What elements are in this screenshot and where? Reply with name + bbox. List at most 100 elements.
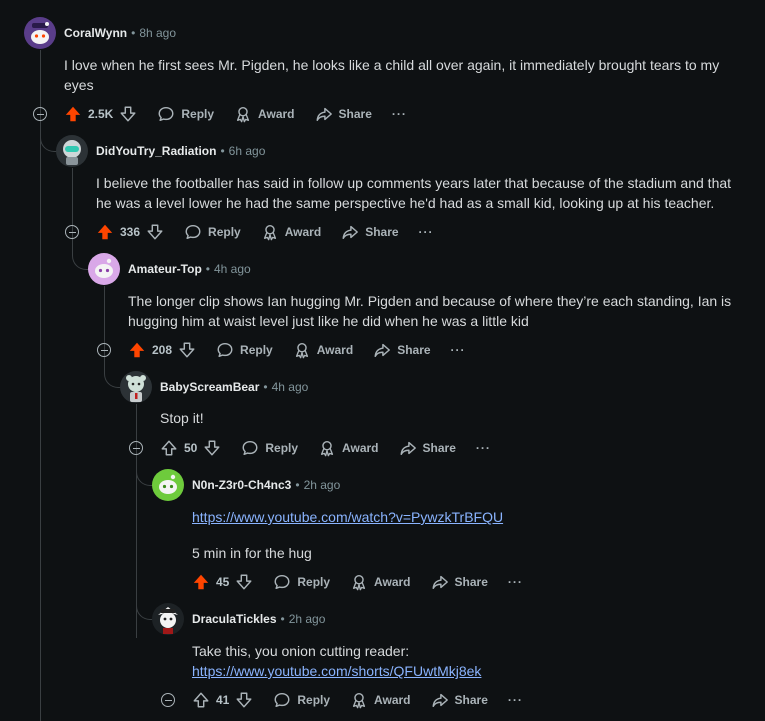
downvote-icon[interactable] <box>119 105 137 123</box>
timestamp[interactable]: 6h ago <box>229 144 266 158</box>
reply-label: Reply <box>240 343 273 357</box>
downvote-icon[interactable] <box>203 439 221 457</box>
timestamp[interactable]: 4h ago <box>214 262 251 276</box>
award-button[interactable]: Award <box>350 691 411 709</box>
timestamp[interactable]: 4h ago <box>272 380 309 394</box>
avatar[interactable] <box>56 135 88 167</box>
vote-score: 45 <box>216 575 230 589</box>
award-label: Award <box>258 107 295 121</box>
reply-button[interactable]: Reply <box>273 691 330 709</box>
more-options-button[interactable]: ··· <box>508 575 523 589</box>
award-button[interactable]: Award <box>318 439 379 457</box>
downvote-icon[interactable] <box>146 223 164 241</box>
youtube-link[interactable]: https://www.youtube.com/watch?v=PywzkTrB… <box>192 509 503 525</box>
downvote-icon[interactable] <box>178 341 196 359</box>
comment-body: Take this, you onion cutting reader: htt… <box>192 641 742 681</box>
author-name[interactable]: BabyScreamBear <box>160 380 259 394</box>
author-name[interactable]: DidYouTry_Radiation <box>96 144 216 158</box>
youtube-link[interactable]: https://www.youtube.com/shorts/QFUwtMkj8… <box>192 663 481 679</box>
comment-text: Take this, you onion cutting reader: <box>192 643 410 659</box>
comment-text: 5 min in for the hug <box>192 545 312 561</box>
share-button[interactable]: Share <box>315 105 372 123</box>
avatar[interactable] <box>152 469 184 501</box>
upvote-icon[interactable] <box>160 439 178 457</box>
award-button[interactable]: Award <box>234 105 295 123</box>
share-icon <box>373 341 391 359</box>
collapse-button[interactable] <box>97 343 111 357</box>
share-icon <box>399 439 417 457</box>
award-icon <box>318 439 336 457</box>
comment-actions: 336 Reply Award Share ··· <box>96 220 434 244</box>
vote-score: 41 <box>216 693 230 707</box>
separator-dot: • <box>220 144 225 158</box>
award-icon <box>234 105 252 123</box>
author-name[interactable]: Amateur-Top <box>128 262 202 276</box>
vote-score: 208 <box>152 343 173 357</box>
separator-dot: • <box>205 262 210 276</box>
separator-dot: • <box>295 478 300 492</box>
share-button[interactable]: Share <box>399 439 456 457</box>
comment-header: Amateur-Top • 4h ago <box>128 259 251 279</box>
award-label: Award <box>284 225 322 239</box>
more-options-button[interactable]: ··· <box>476 441 491 455</box>
reply-button[interactable]: Reply <box>216 341 273 359</box>
comment-header: BabyScreamBear • 4h ago <box>160 377 308 397</box>
author-name[interactable]: CoralWynn <box>64 26 127 40</box>
more-options-button[interactable]: ··· <box>392 107 407 121</box>
share-icon <box>341 223 359 241</box>
avatar[interactable] <box>24 17 56 49</box>
award-button[interactable]: Award <box>261 223 321 241</box>
avatar[interactable] <box>88 253 120 285</box>
downvote-icon[interactable] <box>235 573 253 591</box>
award-icon <box>293 341 311 359</box>
timestamp[interactable]: 2h ago <box>304 478 341 492</box>
author-name[interactable]: DraculaTickles <box>192 612 277 626</box>
timestamp[interactable]: 8h ago <box>139 26 176 40</box>
comment-header: DidYouTry_Radiation • 6h ago <box>96 141 265 161</box>
award-button[interactable]: Award <box>350 573 411 591</box>
avatar[interactable] <box>152 603 184 635</box>
vote-score: 2.5K <box>88 107 114 121</box>
more-options-button[interactable]: ··· <box>451 343 466 357</box>
award-button[interactable]: Award <box>293 341 353 359</box>
more-options-button[interactable]: ··· <box>508 693 523 707</box>
upvote-icon[interactable] <box>128 341 146 359</box>
reply-button[interactable]: Reply <box>184 223 241 241</box>
collapse-button[interactable] <box>65 225 79 239</box>
downvote-icon[interactable] <box>235 691 253 709</box>
reply-button[interactable]: Reply <box>157 105 214 123</box>
thread-line-level-1[interactable] <box>40 50 41 721</box>
more-options-button[interactable]: ··· <box>419 225 434 239</box>
reply-icon <box>216 341 234 359</box>
share-button[interactable]: Share <box>431 573 488 591</box>
reply-label: Reply <box>297 575 331 589</box>
share-label: Share <box>454 575 488 589</box>
timestamp[interactable]: 2h ago <box>289 612 326 626</box>
comment-actions: 45 Reply Award Share ··· <box>192 570 523 594</box>
author-name[interactable]: N0n-Z3r0-Ch4nc3 <box>192 478 291 492</box>
upvote-icon[interactable] <box>192 573 210 591</box>
share-icon <box>315 105 333 123</box>
avatar[interactable] <box>120 371 152 403</box>
collapse-button[interactable] <box>129 441 143 455</box>
collapse-button[interactable] <box>33 107 47 121</box>
upvote-icon[interactable] <box>96 223 114 241</box>
share-label: Share <box>422 441 456 455</box>
upvote-icon[interactable] <box>192 691 210 709</box>
award-label: Award <box>374 693 411 707</box>
comment-body: Stop it! <box>160 410 204 426</box>
share-button[interactable]: Share <box>341 223 399 241</box>
comment-actions: 50 Reply Award Share ··· <box>160 436 491 460</box>
comment-actions: 2.5K Reply Award Share ··· <box>64 102 407 126</box>
reply-button[interactable]: Reply <box>241 439 298 457</box>
share-button[interactable]: Share <box>373 341 431 359</box>
separator-dot: • <box>131 26 136 40</box>
upvote-icon[interactable] <box>64 105 82 123</box>
share-button[interactable]: Share <box>431 691 488 709</box>
award-icon <box>350 691 368 709</box>
comment-body: The longer clip shows Ian hugging Mr. Pi… <box>128 293 732 329</box>
comment-actions: 41 Reply Award Share ··· <box>192 688 523 712</box>
reply-label: Reply <box>297 693 331 707</box>
reply-button[interactable]: Reply <box>273 573 330 591</box>
collapse-button[interactable] <box>161 693 175 707</box>
